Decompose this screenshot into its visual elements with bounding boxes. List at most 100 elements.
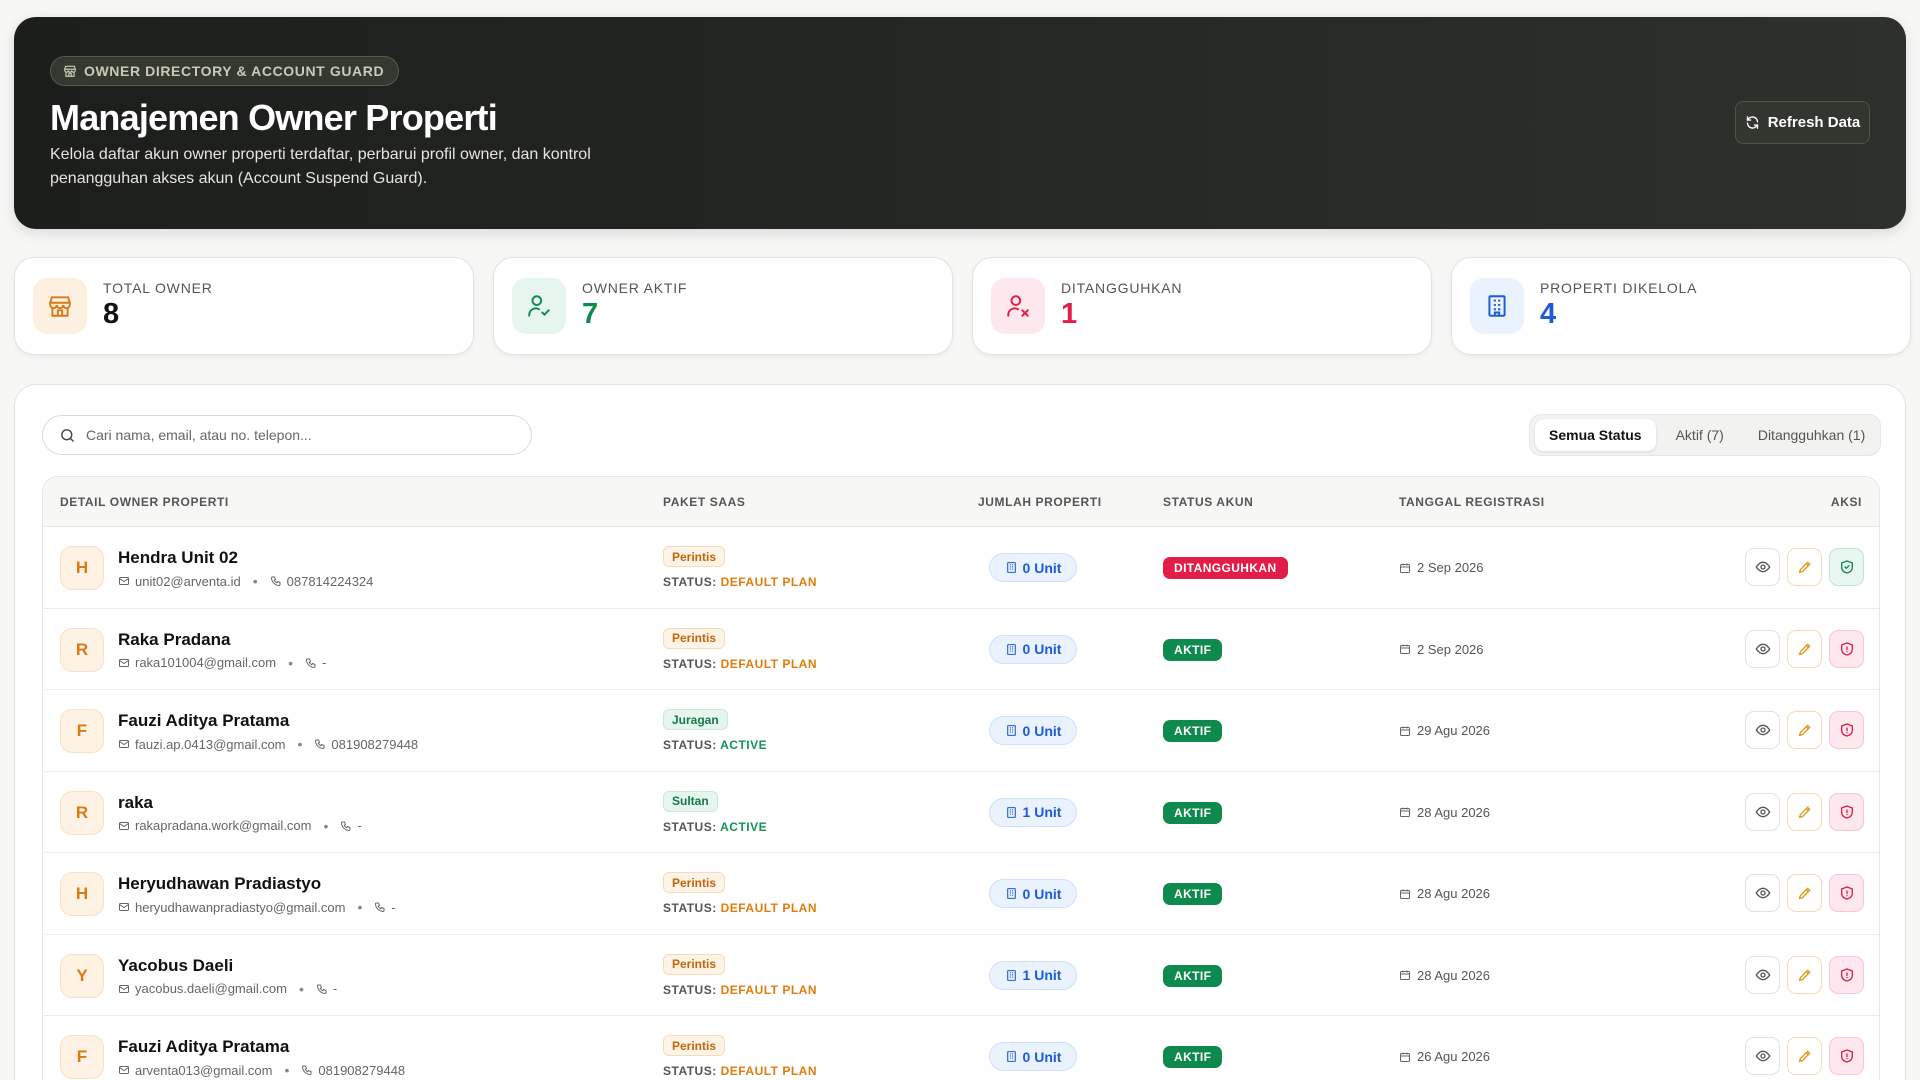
suspend-account-button[interactable] xyxy=(1829,711,1864,749)
property-count-badge: 0 Unit xyxy=(989,1042,1077,1071)
registration-date-value: 2 Sep 2026 xyxy=(1417,641,1484,657)
suspend-account-button[interactable] xyxy=(1829,629,1864,668)
owner-phone: - xyxy=(357,818,362,833)
stat-label: TOTAL OWNER xyxy=(103,280,213,296)
view-button[interactable] xyxy=(1745,711,1780,749)
building-icon xyxy=(1006,725,1016,736)
pencil-icon xyxy=(1798,968,1811,981)
owner-email: arventa013@gmail.com xyxy=(135,1062,273,1078)
avatar: H xyxy=(60,546,104,590)
column-header: AKSI xyxy=(1830,495,1862,509)
account-status-badge: DITANGGUHKAN xyxy=(1163,557,1288,579)
plan-status-value: DEFAULT PLAN xyxy=(720,1064,818,1078)
table-header: DETAIL OWNER PROPERTI PAKET SAAS JUMLAH … xyxy=(43,477,1879,527)
building-icon xyxy=(1006,888,1016,899)
plan-status-prefix: STATUS: xyxy=(663,1064,717,1078)
refresh-data-button[interactable]: Refresh Data xyxy=(1735,101,1870,144)
view-button[interactable] xyxy=(1745,1037,1780,1075)
pencil-icon xyxy=(1798,887,1811,900)
table-row: R raka rakapradana.work@gmail.com • - Su… xyxy=(43,772,1879,853)
building-icon xyxy=(1006,969,1016,981)
property-count: 0 Unit xyxy=(1022,885,1062,902)
suspend-account-button[interactable] xyxy=(1829,874,1864,912)
reactivate-account-button[interactable] xyxy=(1829,548,1864,586)
view-button[interactable] xyxy=(1745,874,1780,912)
plan-badge: Perintis xyxy=(663,1035,726,1056)
plan-status-prefix: STATUS: xyxy=(663,656,717,671)
owner-email: yacobus.daeli@gmail.com xyxy=(135,981,287,996)
section-badge: OWNER DIRECTORY & ACCOUNT GUARD xyxy=(50,56,400,86)
search-icon xyxy=(61,428,74,442)
filter-tab-suspended[interactable]: Ditangguhkan (1) xyxy=(1744,419,1879,451)
property-count-badge: 1 Unit xyxy=(989,797,1077,827)
edit-button[interactable] xyxy=(1787,629,1822,668)
search-box[interactable] xyxy=(42,415,532,455)
building-icon xyxy=(1006,806,1016,818)
page-header: OWNER DIRECTORY & ACCOUNT GUARD Manajeme… xyxy=(14,17,1906,229)
owner-contact: arventa013@gmail.com • 081908279448 xyxy=(118,1062,405,1078)
avatar: R xyxy=(60,790,104,835)
property-count: 1 Unit xyxy=(1022,804,1062,820)
plan-status: STATUS: DEFAULT PLAN xyxy=(663,901,817,915)
mail-icon xyxy=(119,577,129,585)
suspend-account-button[interactable] xyxy=(1829,955,1864,994)
page-title: Manajemen Owner Properti xyxy=(50,97,498,138)
eye-icon xyxy=(1755,643,1770,654)
phone-icon xyxy=(341,821,351,831)
eye-icon xyxy=(1755,969,1770,980)
stat-card-properti-dikelola: PROPERTI DIKELOLA 4 xyxy=(1451,257,1911,355)
edit-button[interactable] xyxy=(1787,548,1822,586)
plan-status-value: DEFAULT PLAN xyxy=(720,656,818,671)
property-count: 0 Unit xyxy=(1022,559,1062,576)
registration-date: 26 Agu 2026 xyxy=(1399,1049,1490,1064)
view-button[interactable] xyxy=(1745,548,1780,586)
refresh-label: Refresh Data xyxy=(1767,114,1861,131)
view-button[interactable] xyxy=(1745,792,1780,831)
owner-phone: 081908279448 xyxy=(318,1062,406,1078)
table-row: H Heryudhawan Pradiastyo heryudhawanprad… xyxy=(43,853,1879,935)
calendar-icon xyxy=(1400,1052,1410,1062)
owner-phone: - xyxy=(391,899,396,915)
registration-date: 2 Sep 2026 xyxy=(1399,560,1484,575)
building-icon xyxy=(1488,295,1506,317)
edit-button[interactable] xyxy=(1787,792,1822,831)
property-count-badge: 1 Unit xyxy=(989,960,1077,990)
owner-email: unit02@arventa.id xyxy=(135,573,241,589)
filter-tab-all[interactable]: Semua Status xyxy=(1535,419,1656,451)
separator-dot: • xyxy=(297,736,303,752)
mail-icon xyxy=(119,903,129,911)
suspend-account-button[interactable] xyxy=(1829,1037,1864,1075)
owner-contact: rakapradana.work@gmail.com • - xyxy=(118,818,362,834)
phone-icon xyxy=(302,1065,312,1076)
suspend-account-button[interactable] xyxy=(1829,792,1864,831)
plan-status-value: DEFAULT PLAN xyxy=(720,982,818,997)
registration-date-value: 26 Agu 2026 xyxy=(1417,1049,1491,1064)
separator-dot: • xyxy=(288,654,294,671)
owner-list-card: Semua Status Aktif (7) Ditangguhkan (1) … xyxy=(14,384,1906,1080)
edit-button[interactable] xyxy=(1787,1037,1822,1075)
table-body: H Hendra Unit 02 unit02@arventa.id • 087… xyxy=(43,527,1879,1080)
property-count-badge: 0 Unit xyxy=(989,879,1077,908)
shield-alert-icon xyxy=(1840,1049,1853,1063)
phone-icon xyxy=(375,902,385,913)
edit-button[interactable] xyxy=(1787,955,1822,994)
plan-status: STATUS: DEFAULT PLAN xyxy=(663,983,817,997)
edit-button[interactable] xyxy=(1787,711,1822,749)
calendar-icon xyxy=(1400,563,1410,573)
search-input[interactable] xyxy=(86,427,506,443)
filter-tab-active[interactable]: Aktif (7) xyxy=(1662,419,1738,451)
owner-name: Heryudhawan Pradiastyo xyxy=(118,874,322,893)
stat-card-owner-aktif: OWNER AKTIF 7 xyxy=(493,257,953,355)
table-row: Y Yacobus Daeli yacobus.daeli@gmail.com … xyxy=(43,935,1879,1016)
shield-alert-icon xyxy=(1840,886,1853,900)
property-count-badge: 0 Unit xyxy=(989,716,1077,745)
separator-dot: • xyxy=(323,817,329,834)
view-button[interactable] xyxy=(1745,955,1780,994)
edit-button[interactable] xyxy=(1787,874,1822,912)
store-icon xyxy=(64,65,76,77)
avatar: F xyxy=(60,1035,104,1079)
column-header: JUMLAH PROPERTI xyxy=(978,495,1102,509)
owner-email: raka101004@gmail.com xyxy=(135,655,277,670)
view-button[interactable] xyxy=(1745,629,1780,668)
shield-alert-icon xyxy=(1840,723,1853,737)
